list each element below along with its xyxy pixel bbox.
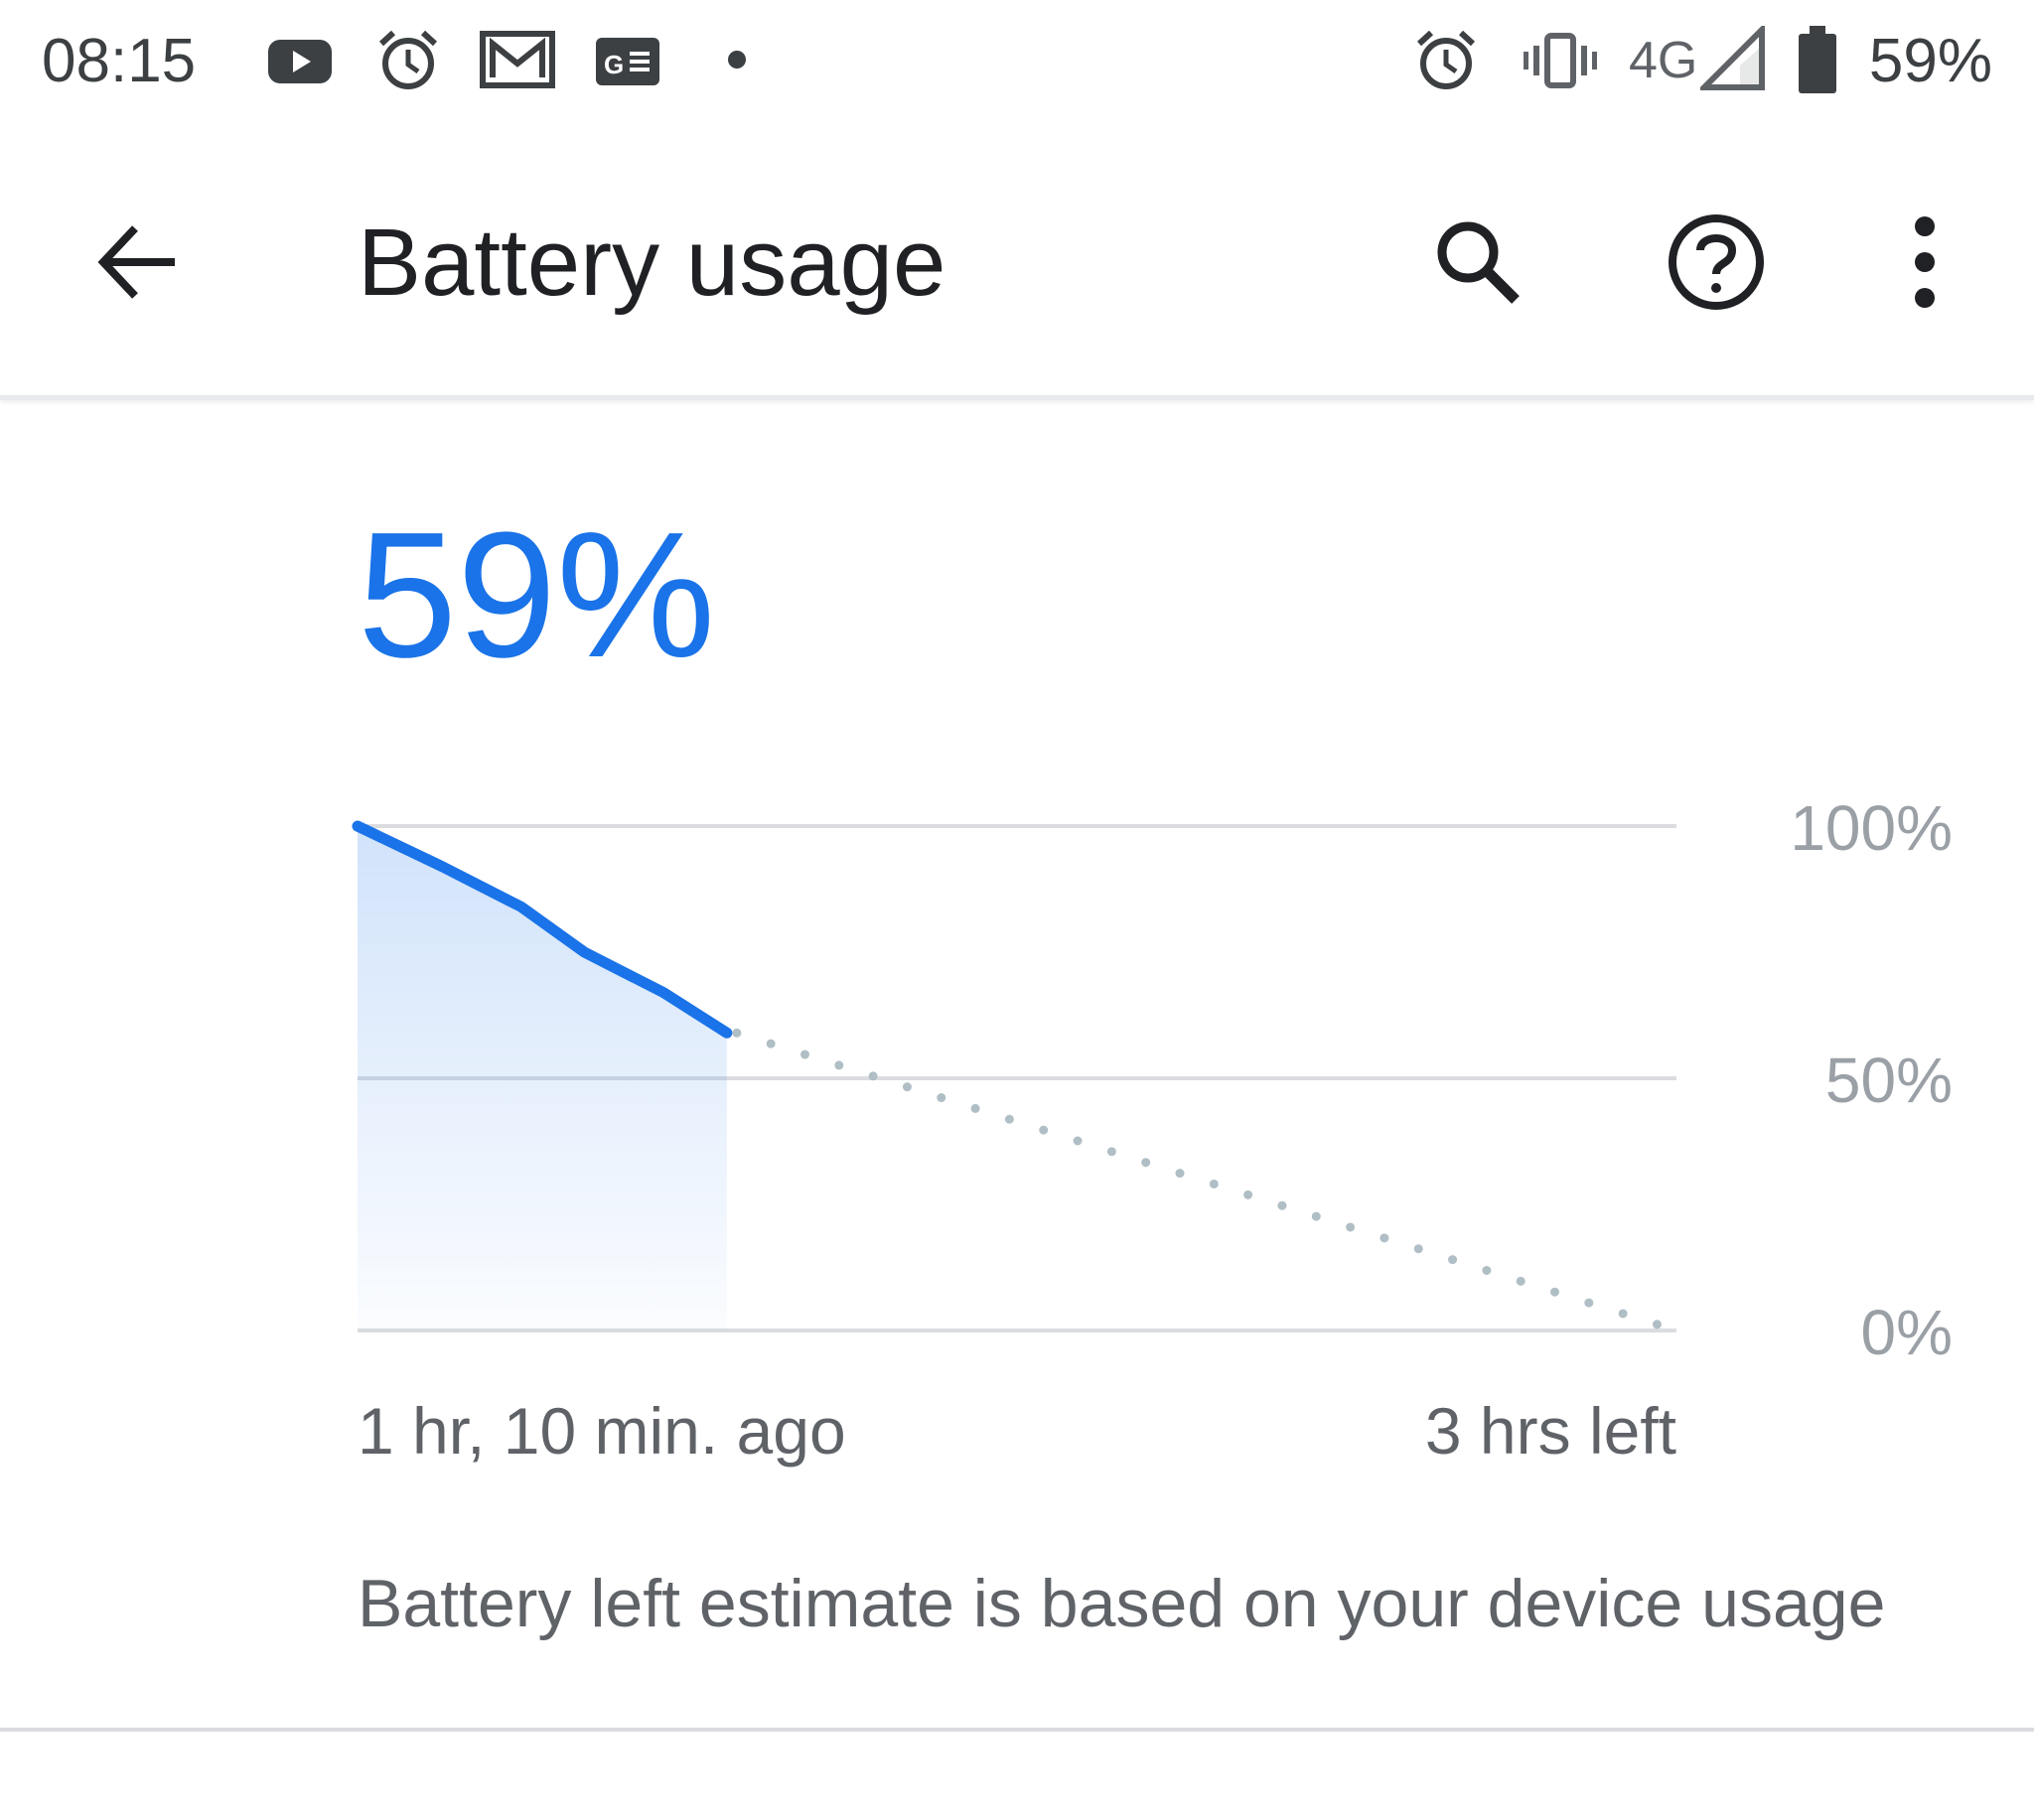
y-tick-label: 100% <box>1790 792 1953 864</box>
y-tick-label: 0% <box>1861 1297 1954 1368</box>
x-axis-label-end: 3 hrs left <box>1425 1394 1676 1468</box>
estimate-caption: Battery left estimate is based on your d… <box>358 1566 1886 1641</box>
usage-area <box>358 826 727 1330</box>
y-tick-label: 50% <box>1825 1045 1953 1116</box>
battery-chart: 100% 50% 0% 1 hr, 10 min. ago 3 hrs left <box>352 792 1954 1468</box>
x-axis-label-start: 1 hr, 10 min. ago <box>358 1394 846 1468</box>
section-divider <box>0 1728 2034 1732</box>
